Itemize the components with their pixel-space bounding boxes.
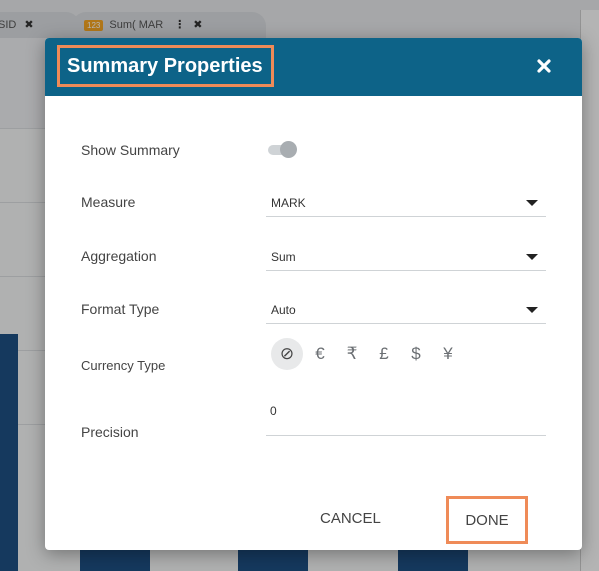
precision-label: Precision — [81, 424, 139, 440]
format-type-label: Format Type — [81, 301, 160, 317]
dialog-header: Summary Properties — [45, 38, 582, 96]
aggregation-value: Sum — [271, 250, 296, 264]
cancel-button[interactable]: CANCEL — [320, 510, 381, 527]
done-highlight: DONE — [446, 496, 528, 544]
no-currency-icon[interactable]: ⊘ — [271, 338, 303, 370]
measure-value: MARK — [271, 196, 306, 210]
close-icon — [537, 59, 551, 73]
precision-input[interactable]: 0 — [266, 400, 546, 436]
dropdown-caret-icon — [526, 254, 538, 260]
title-highlight: Summary Properties — [57, 45, 274, 87]
measure-label: Measure — [81, 194, 136, 210]
format-type-select[interactable]: Auto — [266, 297, 546, 324]
aggregation-select[interactable]: Sum — [266, 244, 546, 271]
dollar-icon[interactable]: $ — [405, 343, 427, 365]
pound-icon[interactable]: £ — [373, 343, 395, 365]
summary-properties-dialog: Summary Properties Show Summary Measure … — [45, 38, 582, 550]
toggle-knob — [280, 141, 297, 158]
done-button[interactable]: DONE — [465, 512, 508, 529]
format-type-value: Auto — [271, 303, 296, 317]
dropdown-caret-icon — [526, 200, 538, 206]
euro-icon[interactable]: € — [309, 343, 331, 365]
close-button[interactable] — [533, 55, 555, 77]
show-summary-toggle[interactable] — [266, 138, 298, 160]
precision-value: 0 — [270, 404, 277, 418]
show-summary-label: Show Summary — [81, 142, 180, 158]
rupee-icon[interactable]: ₹ — [341, 343, 363, 365]
yen-icon[interactable]: ¥ — [437, 343, 459, 365]
currency-type-options: ⊘ € ₹ £ $ ¥ — [271, 338, 469, 370]
dialog-title: Summary Properties — [67, 54, 263, 77]
aggregation-label: Aggregation — [81, 248, 157, 264]
measure-select[interactable]: MARK — [266, 190, 546, 217]
dropdown-caret-icon — [526, 307, 538, 313]
currency-type-label: Currency Type — [81, 358, 166, 373]
